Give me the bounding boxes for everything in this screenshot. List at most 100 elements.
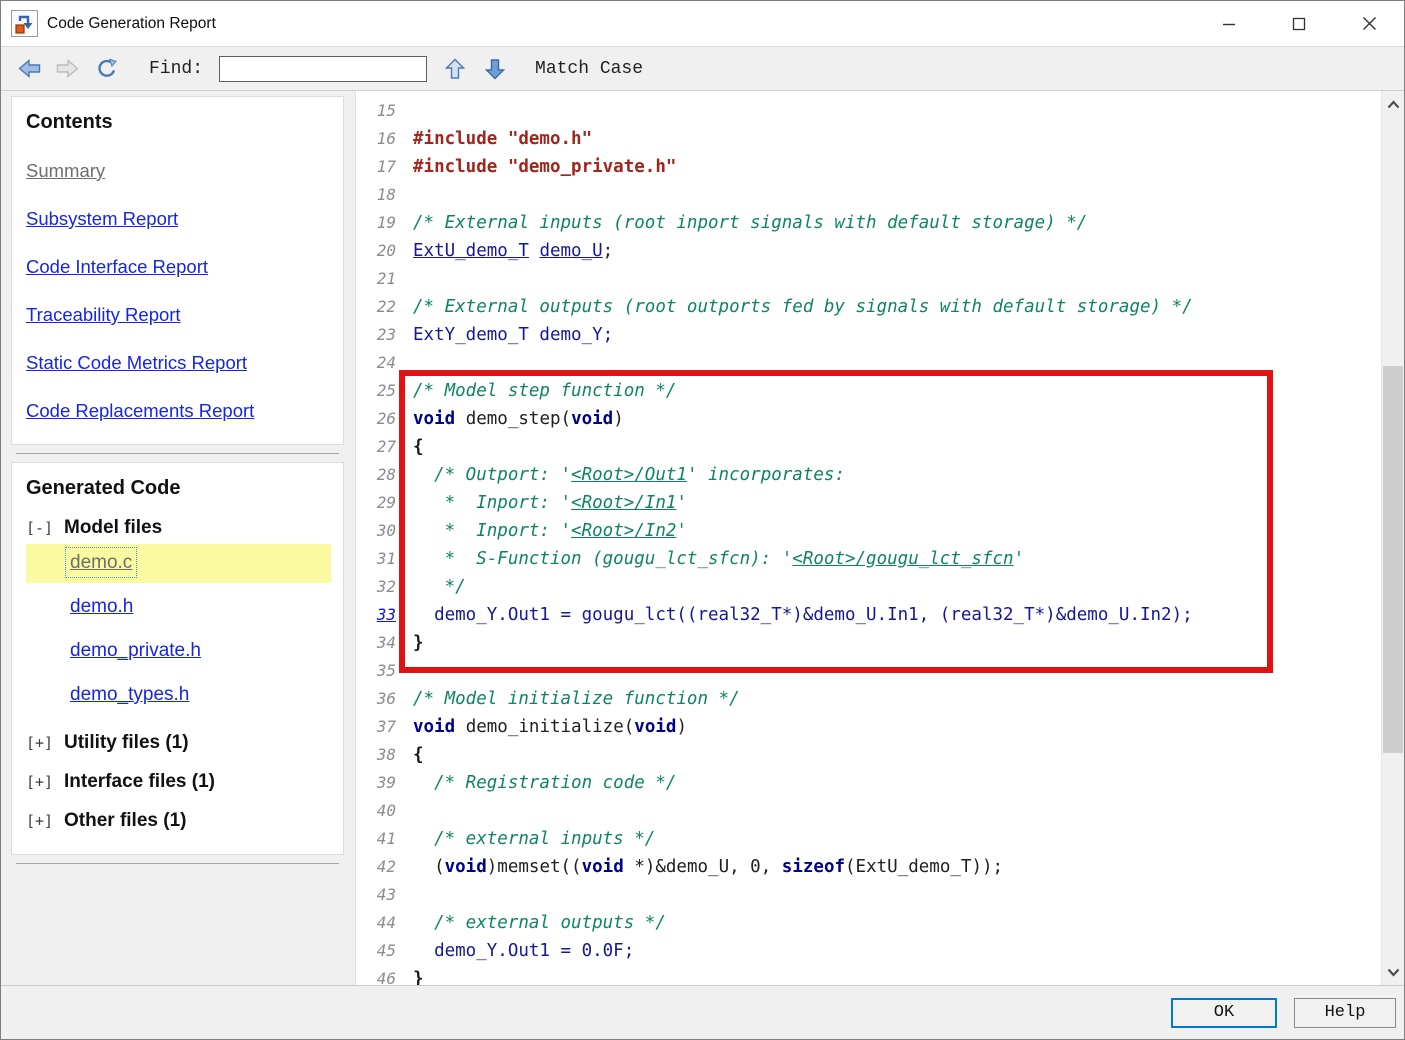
find-input[interactable] xyxy=(219,56,427,82)
main-area: Contents SummarySubsystem ReportCode Int… xyxy=(1,91,1404,985)
code-line-46: 46} xyxy=(356,965,1381,985)
code-line-20: 20ExtU_demo_T demo_U; xyxy=(356,237,1381,265)
generated-code-heading: Generated Code xyxy=(26,477,331,500)
line-number-43: 43 xyxy=(356,881,396,909)
scrollbar-thumb[interactable] xyxy=(1383,366,1403,753)
file-link-demo-c[interactable]: demo.c xyxy=(70,552,132,573)
code-hyperlink[interactable]: <Root>/Out1 xyxy=(571,465,687,485)
line-number-44: 44 xyxy=(356,909,396,937)
contents-link-static-code-metrics-report[interactable]: Static Code Metrics Report xyxy=(26,352,331,374)
code-token: * Inport: ' xyxy=(413,493,571,513)
code-line-31: 31 * S-Function (gougu_lct_sfcn): '<Root… xyxy=(356,545,1381,573)
scroll-down-icon[interactable] xyxy=(1382,959,1404,985)
contents-link-subsystem-report[interactable]: Subsystem Report xyxy=(26,208,331,230)
code-line-23: 23ExtY_demo_T demo_Y; xyxy=(356,321,1381,349)
expand-marker-icon[interactable]: [+] xyxy=(26,734,64,752)
code-line-18: 18 xyxy=(356,181,1381,209)
code-line-24: 24 xyxy=(356,349,1381,377)
vertical-scrollbar[interactable] xyxy=(1381,91,1404,985)
line-number-34: 34 xyxy=(356,629,396,657)
back-arrow-icon[interactable] xyxy=(17,58,41,80)
contents-link-code-replacements-report[interactable]: Code Replacements Report xyxy=(26,400,331,422)
code-line-43: 43 xyxy=(356,881,1381,909)
code-token: * Inport: ' xyxy=(413,521,571,541)
file-link-demo-private-h[interactable]: demo_private.h xyxy=(70,640,201,661)
code-line-15: 15 xyxy=(356,97,1381,125)
line-number-41: 41 xyxy=(356,825,396,853)
code-line-40: 40 xyxy=(356,797,1381,825)
contents-link-summary[interactable]: Summary xyxy=(26,160,331,182)
code-line-41: 41 /* external inputs */ xyxy=(356,825,1381,853)
code-hyperlink[interactable]: <Root>/In1 xyxy=(571,493,676,513)
line-number-18: 18 xyxy=(356,181,396,209)
collapse-marker-icon[interactable]: [-] xyxy=(26,519,64,537)
code-generation-report-window: Code Generation Report Find: xyxy=(0,0,1405,1040)
code-token: /* external outputs */ xyxy=(413,913,666,933)
code-token: void xyxy=(413,409,455,429)
line-number-26: 26 xyxy=(356,405,396,433)
line-number-28: 28 xyxy=(356,461,396,489)
expand-marker-icon[interactable]: [+] xyxy=(26,812,64,830)
refresh-icon[interactable] xyxy=(93,58,117,80)
find-next-up-icon[interactable] xyxy=(443,58,467,80)
maximize-icon[interactable] xyxy=(1264,1,1334,46)
ok-button[interactable]: OK xyxy=(1171,998,1277,1028)
code-hyperlink[interactable]: demo_U xyxy=(539,241,602,261)
code-token: sizeof xyxy=(782,857,845,877)
code-line-32: 32 */ xyxy=(356,573,1381,601)
code-token: /* External inputs (root inport signals … xyxy=(413,213,1087,233)
title-bar: Code Generation Report xyxy=(1,1,1404,46)
line-number-22: 22 xyxy=(356,293,396,321)
collapsed-groups: [+]Utility files (1) [+]Interface files (… xyxy=(26,732,331,832)
line-number-45: 45 xyxy=(356,937,396,965)
line-number-46: 46 xyxy=(356,965,396,985)
code-token: demo_Y.Out1 = gougu_lct((real32_T*)&demo… xyxy=(413,605,1193,625)
line-number-33[interactable]: 33 xyxy=(356,601,396,629)
code-hyperlink[interactable]: ExtU_demo_T xyxy=(413,241,529,261)
window-controls xyxy=(1194,1,1404,46)
code-token: void xyxy=(571,409,613,429)
code-hyperlink[interactable]: <Root>/gougu_lct_sfcn xyxy=(792,549,1013,569)
code-token: } xyxy=(413,633,424,653)
generated-code-card: Generated Code [-] Model files demo.c dem… xyxy=(11,462,344,855)
tree-group-interface-files-1[interactable]: [+]Interface files (1) xyxy=(26,771,331,793)
match-case-toggle[interactable]: Match Case xyxy=(535,59,643,79)
code-token: demo_Y.Out1 = 0.0F; xyxy=(413,941,634,961)
code-token: /* External outputs (root outports fed b… xyxy=(413,297,1193,317)
code-view: 1516#include "demo.h"17#include "demo_pr… xyxy=(356,91,1381,985)
file-row-demo-h: demo.h xyxy=(26,588,331,627)
code-hyperlink[interactable]: <Root>/In2 xyxy=(571,521,676,541)
find-next-down-icon[interactable] xyxy=(483,58,507,80)
file-row-demo-c: demo.c xyxy=(26,544,331,583)
contents-link-code-interface-report[interactable]: Code Interface Report xyxy=(26,256,331,278)
forward-arrow-icon[interactable] xyxy=(55,58,79,80)
line-number-39: 39 xyxy=(356,769,396,797)
contents-links: Summary Subsystem Report Code Interface Re… xyxy=(26,160,331,422)
code-token: #include "demo_private.h" xyxy=(413,157,676,177)
sidebar-divider xyxy=(16,453,339,454)
find-label: Find: xyxy=(149,59,203,79)
code-token: void xyxy=(413,717,455,737)
file-link-demo-types-h[interactable]: demo_types.h xyxy=(70,684,189,705)
code-line-33: 33 demo_Y.Out1 = gougu_lct((real32_T*)&d… xyxy=(356,601,1381,629)
tree-group-model-files[interactable]: [-] Model files xyxy=(26,517,331,539)
help-button[interactable]: Help xyxy=(1294,998,1396,1028)
code-line-42: 42 (void)memset((void *)&demo_U, 0, size… xyxy=(356,853,1381,881)
close-icon[interactable] xyxy=(1334,1,1404,46)
line-number-31: 31 xyxy=(356,545,396,573)
line-number-21: 21 xyxy=(356,265,396,293)
code-token: ExtY_demo_T demo_Y; xyxy=(413,325,613,345)
minimize-icon[interactable] xyxy=(1194,1,1264,46)
contents-link-traceability-report[interactable]: Traceability Report xyxy=(26,304,331,326)
code-token: */ xyxy=(413,577,466,597)
tree-group-utility-files-1[interactable]: [+]Utility files (1) xyxy=(26,732,331,754)
code-token: * S-Function (gougu_lct_sfcn): ' xyxy=(413,549,792,569)
code-token: demo_initialize( xyxy=(455,717,634,737)
line-number-38: 38 xyxy=(356,741,396,769)
file-link-demo-h[interactable]: demo.h xyxy=(70,596,133,617)
expand-marker-icon[interactable]: [+] xyxy=(26,773,64,791)
tree-group-other-files-1[interactable]: [+]Other files (1) xyxy=(26,810,331,832)
scroll-up-icon[interactable] xyxy=(1382,91,1404,117)
code-token: /* Outport: ' xyxy=(413,465,571,485)
code-line-44: 44 /* external outputs */ xyxy=(356,909,1381,937)
